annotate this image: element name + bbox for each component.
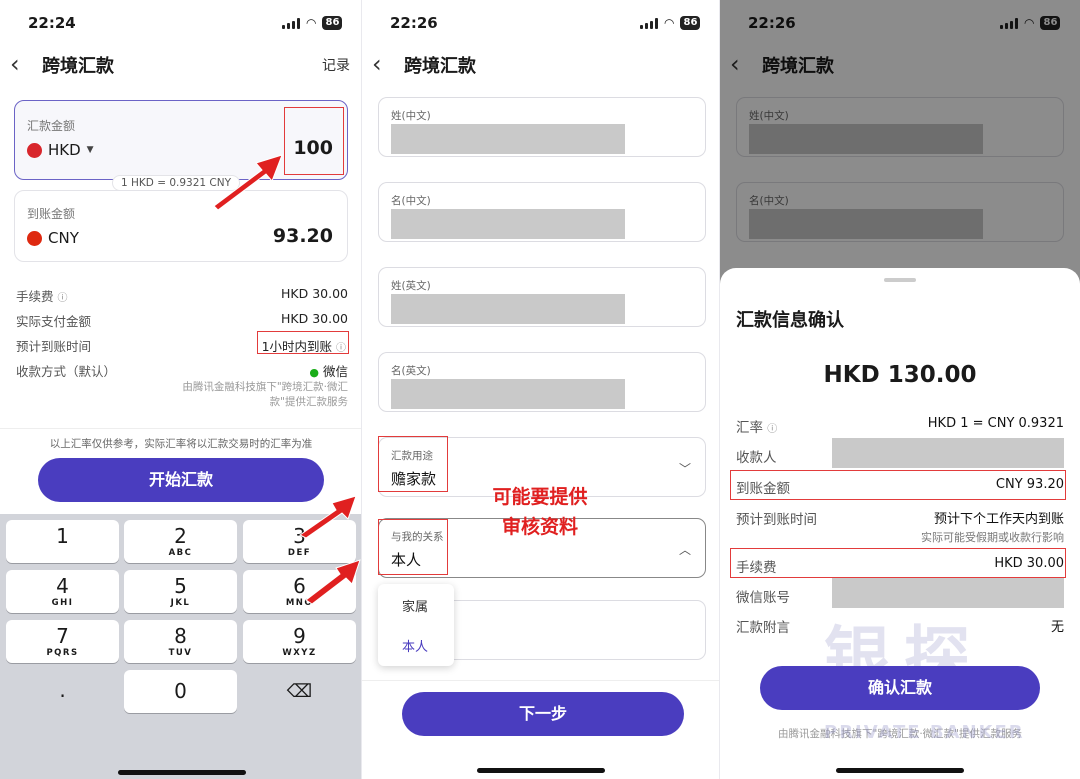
chevron-down-icon: ﹀ xyxy=(678,462,691,476)
annotation-text: 可能要提供 审核资料 xyxy=(492,486,588,538)
wifi-icon: ◠ xyxy=(664,16,675,30)
eta-note: 实际可能受假期或收款行影响 xyxy=(921,531,1064,544)
redacted-value xyxy=(391,379,625,409)
status-icons: ◠ 86 xyxy=(640,16,701,30)
surname-en-field[interactable]: 姓(英文) xyxy=(378,267,706,327)
screen-amount-entry: 22:24 ◠ 86 ‹ 跨境汇款 记录 汇款金额 HKD ▼ 100 1 HK… xyxy=(0,0,362,779)
given-name-en-field[interactable]: 名(英文) xyxy=(378,352,706,412)
info-icon: ⓘ xyxy=(767,424,778,435)
relation-dropdown: 家属 本人 xyxy=(378,584,454,666)
home-indicator xyxy=(477,768,605,773)
divider xyxy=(362,680,720,681)
page-title: 跨境汇款 xyxy=(404,56,476,77)
next-button[interactable]: 下一步 xyxy=(402,692,684,736)
redacted-payee xyxy=(832,438,1064,468)
highlight-relation xyxy=(378,519,448,575)
confirm-sheet: 汇款信息确认 HKD 130.00 汇率 ⓘ HKD 1 = CNY 0.932… xyxy=(720,268,1080,779)
dropdown-option-family[interactable]: 家属 xyxy=(402,596,428,615)
status-time: 22:26 xyxy=(390,14,438,32)
total-amount: HKD 130.00 xyxy=(823,362,977,388)
battery-icon: 86 xyxy=(680,16,701,30)
signal-icon xyxy=(640,17,658,29)
screen-recipient-info: 22:26 ◠ 86 ‹ 跨境汇款 姓(中文) 名(中文) 姓(英文) 名(英文… xyxy=(362,0,720,779)
arrow-to-key-6 xyxy=(305,559,361,605)
back-icon[interactable]: ‹ xyxy=(372,52,382,76)
highlight-fee xyxy=(730,548,1066,578)
screen-confirm-sheet: 22:26 ◠ 86 ‹ 跨境汇款 姓(中文) 名(中文) 汇款信息确认 HKD… xyxy=(720,0,1080,779)
sheet-handle[interactable] xyxy=(884,278,916,282)
sheet-title: 汇款信息确认 xyxy=(736,310,844,331)
arrow-to-amount xyxy=(213,154,283,211)
watermark-text: PRIVATE BANKER xyxy=(824,722,1025,743)
arrow-to-key-3 xyxy=(299,495,357,539)
eta-row: 预计到账时间 预计下个工作天内到账 xyxy=(736,512,1064,528)
dropdown-option-self[interactable]: 本人 xyxy=(402,636,428,655)
confirm-remit-button[interactable]: 确认汇款 xyxy=(760,666,1040,710)
annotation-arrows xyxy=(213,154,361,605)
redacted-value xyxy=(391,294,625,324)
highlight-receive-amount xyxy=(730,470,1066,500)
home-indicator xyxy=(836,768,964,773)
redacted-value xyxy=(391,209,625,239)
chevron-up-icon: ︿ xyxy=(678,543,691,557)
given-name-cn-field[interactable]: 名(中文) xyxy=(378,182,706,242)
highlight-purpose xyxy=(378,436,448,492)
redacted-value xyxy=(391,124,625,154)
surname-cn-field[interactable]: 姓(中文) xyxy=(378,97,706,157)
rate-row: 汇率 ⓘ HKD 1 = CNY 0.9321 xyxy=(736,416,1064,436)
